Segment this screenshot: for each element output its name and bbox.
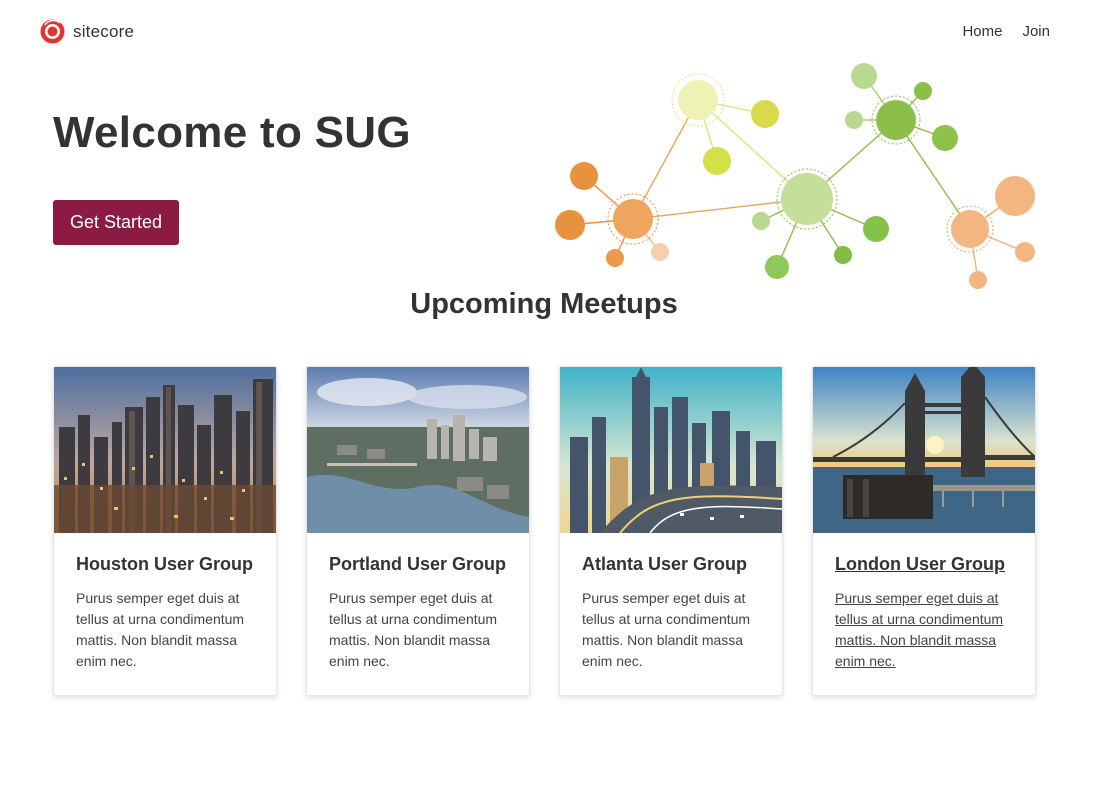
hero-title: Welcome to SUG: [53, 108, 411, 157]
card-title: Portland User Group: [329, 554, 507, 574]
nav-link-home[interactable]: Home: [962, 23, 1002, 40]
meetup-card-atlanta[interactable]: Atlanta User Group Purus semper eget dui…: [559, 366, 783, 696]
top-nav: sitecore Home Join: [0, 0, 1096, 64]
upcoming-meetups-heading: Upcoming Meetups: [410, 288, 678, 320]
card-description: Purus semper eget duis at tellus at urna…: [329, 590, 498, 669]
nav-link-join[interactable]: Join: [1022, 23, 1050, 40]
london-tower-bridge-image: [813, 367, 1035, 533]
houston-skyline-image: [54, 367, 276, 533]
meetup-card-london[interactable]: London User Group Purus semper eget duis…: [812, 366, 1036, 696]
card-title: London User Group: [835, 554, 1005, 574]
logo-text: sitecore: [73, 21, 135, 41]
nav-links: Home Join: [962, 23, 1050, 40]
portland-aerial-image: [307, 367, 529, 533]
sitecore-logo[interactable]: sitecore: [40, 19, 134, 44]
meetup-cards: Houston User Group Purus semper eget dui…: [53, 366, 1037, 696]
card-description: Purus semper eget duis at tellus at urna…: [76, 590, 245, 669]
card-description: Purus semper eget duis at tellus at urna…: [835, 590, 1004, 669]
card-title: Houston User Group: [76, 554, 254, 574]
meetup-card-portland[interactable]: Portland User Group Purus semper eget du…: [306, 366, 530, 696]
card-title: Atlanta User Group: [582, 554, 748, 574]
sitecore-logo-icon: [40, 19, 65, 44]
meetup-card-houston[interactable]: Houston User Group Purus semper eget dui…: [53, 366, 277, 696]
atlanta-highway-image: [560, 367, 782, 533]
card-description: Purus semper eget duis at tellus at urna…: [582, 590, 751, 669]
get-started-button[interactable]: Get Started: [53, 200, 179, 245]
network-illustration: [555, 63, 1035, 289]
